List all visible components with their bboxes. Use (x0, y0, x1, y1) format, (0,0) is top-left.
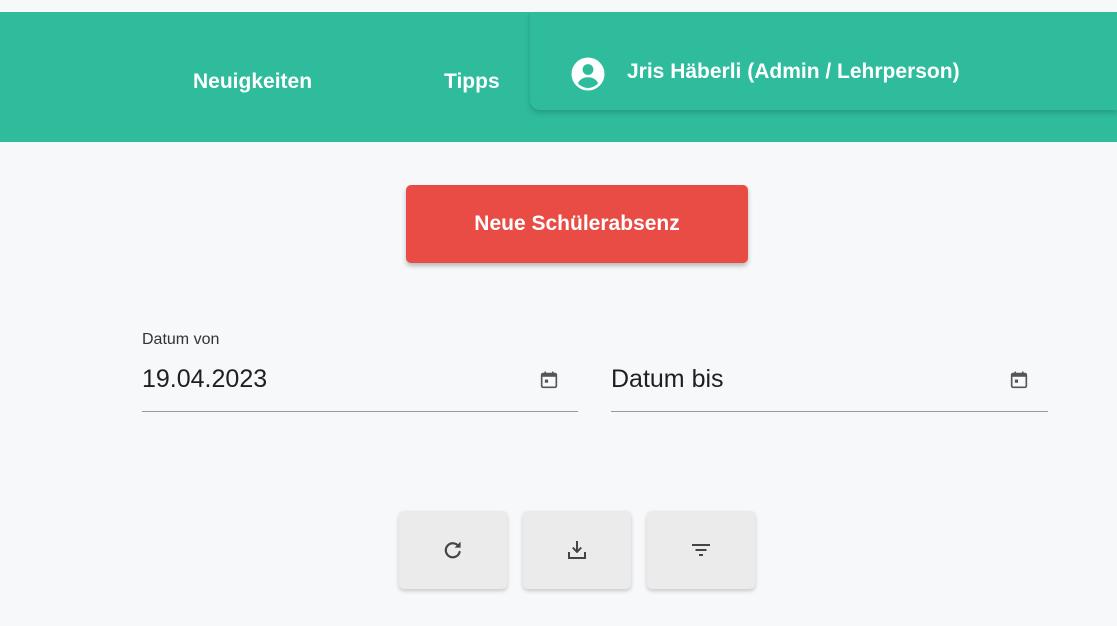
download-button[interactable] (523, 511, 631, 589)
date-to-placeholder[interactable]: Datum bis (611, 365, 724, 394)
account-circle-icon (571, 57, 605, 91)
date-from-label: Datum von (142, 331, 220, 348)
user-menu-button[interactable]: Jris Häberli (Admin / Lehrperson) (530, 12, 1117, 110)
nav-link-neuigkeiten[interactable]: Neuigkeiten (193, 68, 312, 96)
date-from-field[interactable]: Datum von 19.04.2023 (142, 331, 578, 412)
new-absence-button[interactable]: Neue Schülerabsenz (406, 185, 748, 263)
date-to-field[interactable]: Datum bis (611, 331, 1048, 412)
download-icon (568, 541, 586, 559)
calendar-icon[interactable] (538, 369, 560, 391)
date-from-value[interactable]: 19.04.2023 (142, 365, 267, 394)
filter-icon (692, 544, 710, 556)
calendar-icon[interactable] (1008, 369, 1030, 391)
filter-button[interactable] (647, 511, 755, 589)
refresh-icon (444, 541, 461, 559)
user-name: Jris Häberli (Admin / Lehrperson) (627, 60, 960, 83)
refresh-button[interactable] (399, 511, 507, 589)
nav-link-tipps[interactable]: Tipps (444, 68, 500, 96)
